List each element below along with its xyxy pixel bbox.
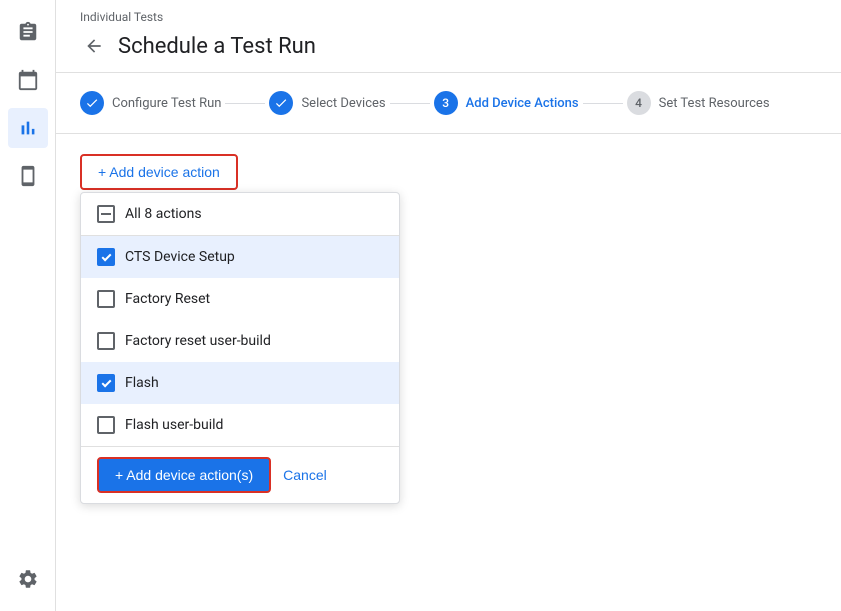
breadcrumb: Individual Tests <box>56 0 841 28</box>
step-circle-4: 4 <box>627 91 651 115</box>
calendar-icon <box>17 69 39 91</box>
list-item-cts[interactable]: CTS Device Setup <box>81 236 399 278</box>
step-label-1: Configure Test Run <box>112 96 221 111</box>
check-mark-cts <box>101 251 111 261</box>
step-connector-2 <box>390 103 430 104</box>
step-circle-3: 3 <box>434 91 458 115</box>
checkbox-all[interactable] <box>97 205 115 223</box>
list-item-factory-reset-user-build[interactable]: Factory reset user-build <box>81 320 399 362</box>
sidebar <box>0 0 56 611</box>
item-label-factory-reset: Factory Reset <box>125 291 210 307</box>
back-icon <box>84 36 104 56</box>
dropdown-list: All 8 actions CTS Device Setup Factory R… <box>81 193 399 446</box>
list-item-flash-user-build[interactable]: Flash user-build <box>81 404 399 446</box>
dropdown-panel: All 8 actions CTS Device Setup Factory R… <box>80 192 400 504</box>
step-set-test-resources: 4 Set Test Resources <box>627 91 770 115</box>
sidebar-item-calendar[interactable] <box>8 60 48 100</box>
step-connector-1 <box>225 103 265 104</box>
settings-icon <box>17 568 39 590</box>
page-title: Schedule a Test Run <box>118 34 316 59</box>
sidebar-item-phone[interactable] <box>8 156 48 196</box>
step-label-4: Set Test Resources <box>659 96 770 111</box>
dropdown-footer: + Add device action(s) Cancel <box>81 446 399 503</box>
checkbox-cts[interactable] <box>97 248 115 266</box>
list-item-factory-reset[interactable]: Factory Reset <box>81 278 399 320</box>
step-label-2: Select Devices <box>301 96 385 111</box>
step-circle-2 <box>269 91 293 115</box>
checkbox-factory-reset-user-build[interactable] <box>97 332 115 350</box>
item-label-cts: CTS Device Setup <box>125 249 235 265</box>
content-area: + Add device action All 8 actions <box>56 134 841 611</box>
step-select-devices: Select Devices <box>269 91 385 115</box>
item-label-all: All 8 actions <box>125 206 202 222</box>
checkbox-factory-reset[interactable] <box>97 290 115 308</box>
check-icon-2 <box>274 96 288 110</box>
phone-icon <box>17 165 39 187</box>
sidebar-item-settings[interactable] <box>8 559 48 599</box>
list-item-all[interactable]: All 8 actions <box>81 193 399 235</box>
check-icon-1 <box>85 96 99 110</box>
back-button[interactable] <box>80 32 108 60</box>
item-label-flash-user-build: Flash user-build <box>125 417 223 433</box>
item-label-flash: Flash <box>125 375 159 391</box>
main-content: Individual Tests Schedule a Test Run Con… <box>56 0 841 611</box>
step-add-device-actions: 3 Add Device Actions <box>434 91 579 115</box>
checkbox-flash-user-build[interactable] <box>97 416 115 434</box>
analytics-icon <box>17 117 39 139</box>
sidebar-item-clipboard[interactable] <box>8 12 48 52</box>
step-label-3: Add Device Actions <box>466 96 579 111</box>
list-item-flash[interactable]: Flash <box>81 362 399 404</box>
stepper: Configure Test Run Select Devices 3 Add … <box>56 73 841 134</box>
clipboard-icon <box>17 21 39 43</box>
step-connector-3 <box>583 103 623 104</box>
add-device-actions-button[interactable]: + Add device action(s) <box>97 457 271 493</box>
add-device-action-button[interactable]: + Add device action <box>80 154 238 190</box>
cancel-button[interactable]: Cancel <box>283 467 327 483</box>
step-configure: Configure Test Run <box>80 91 221 115</box>
sidebar-item-analytics[interactable] <box>8 108 48 148</box>
page-header: Schedule a Test Run <box>56 28 841 73</box>
step-circle-1 <box>80 91 104 115</box>
checkbox-flash[interactable] <box>97 374 115 392</box>
item-label-factory-reset-user-build: Factory reset user-build <box>125 333 271 349</box>
check-mark-flash <box>101 377 111 387</box>
indeterminate-mark <box>101 213 111 215</box>
